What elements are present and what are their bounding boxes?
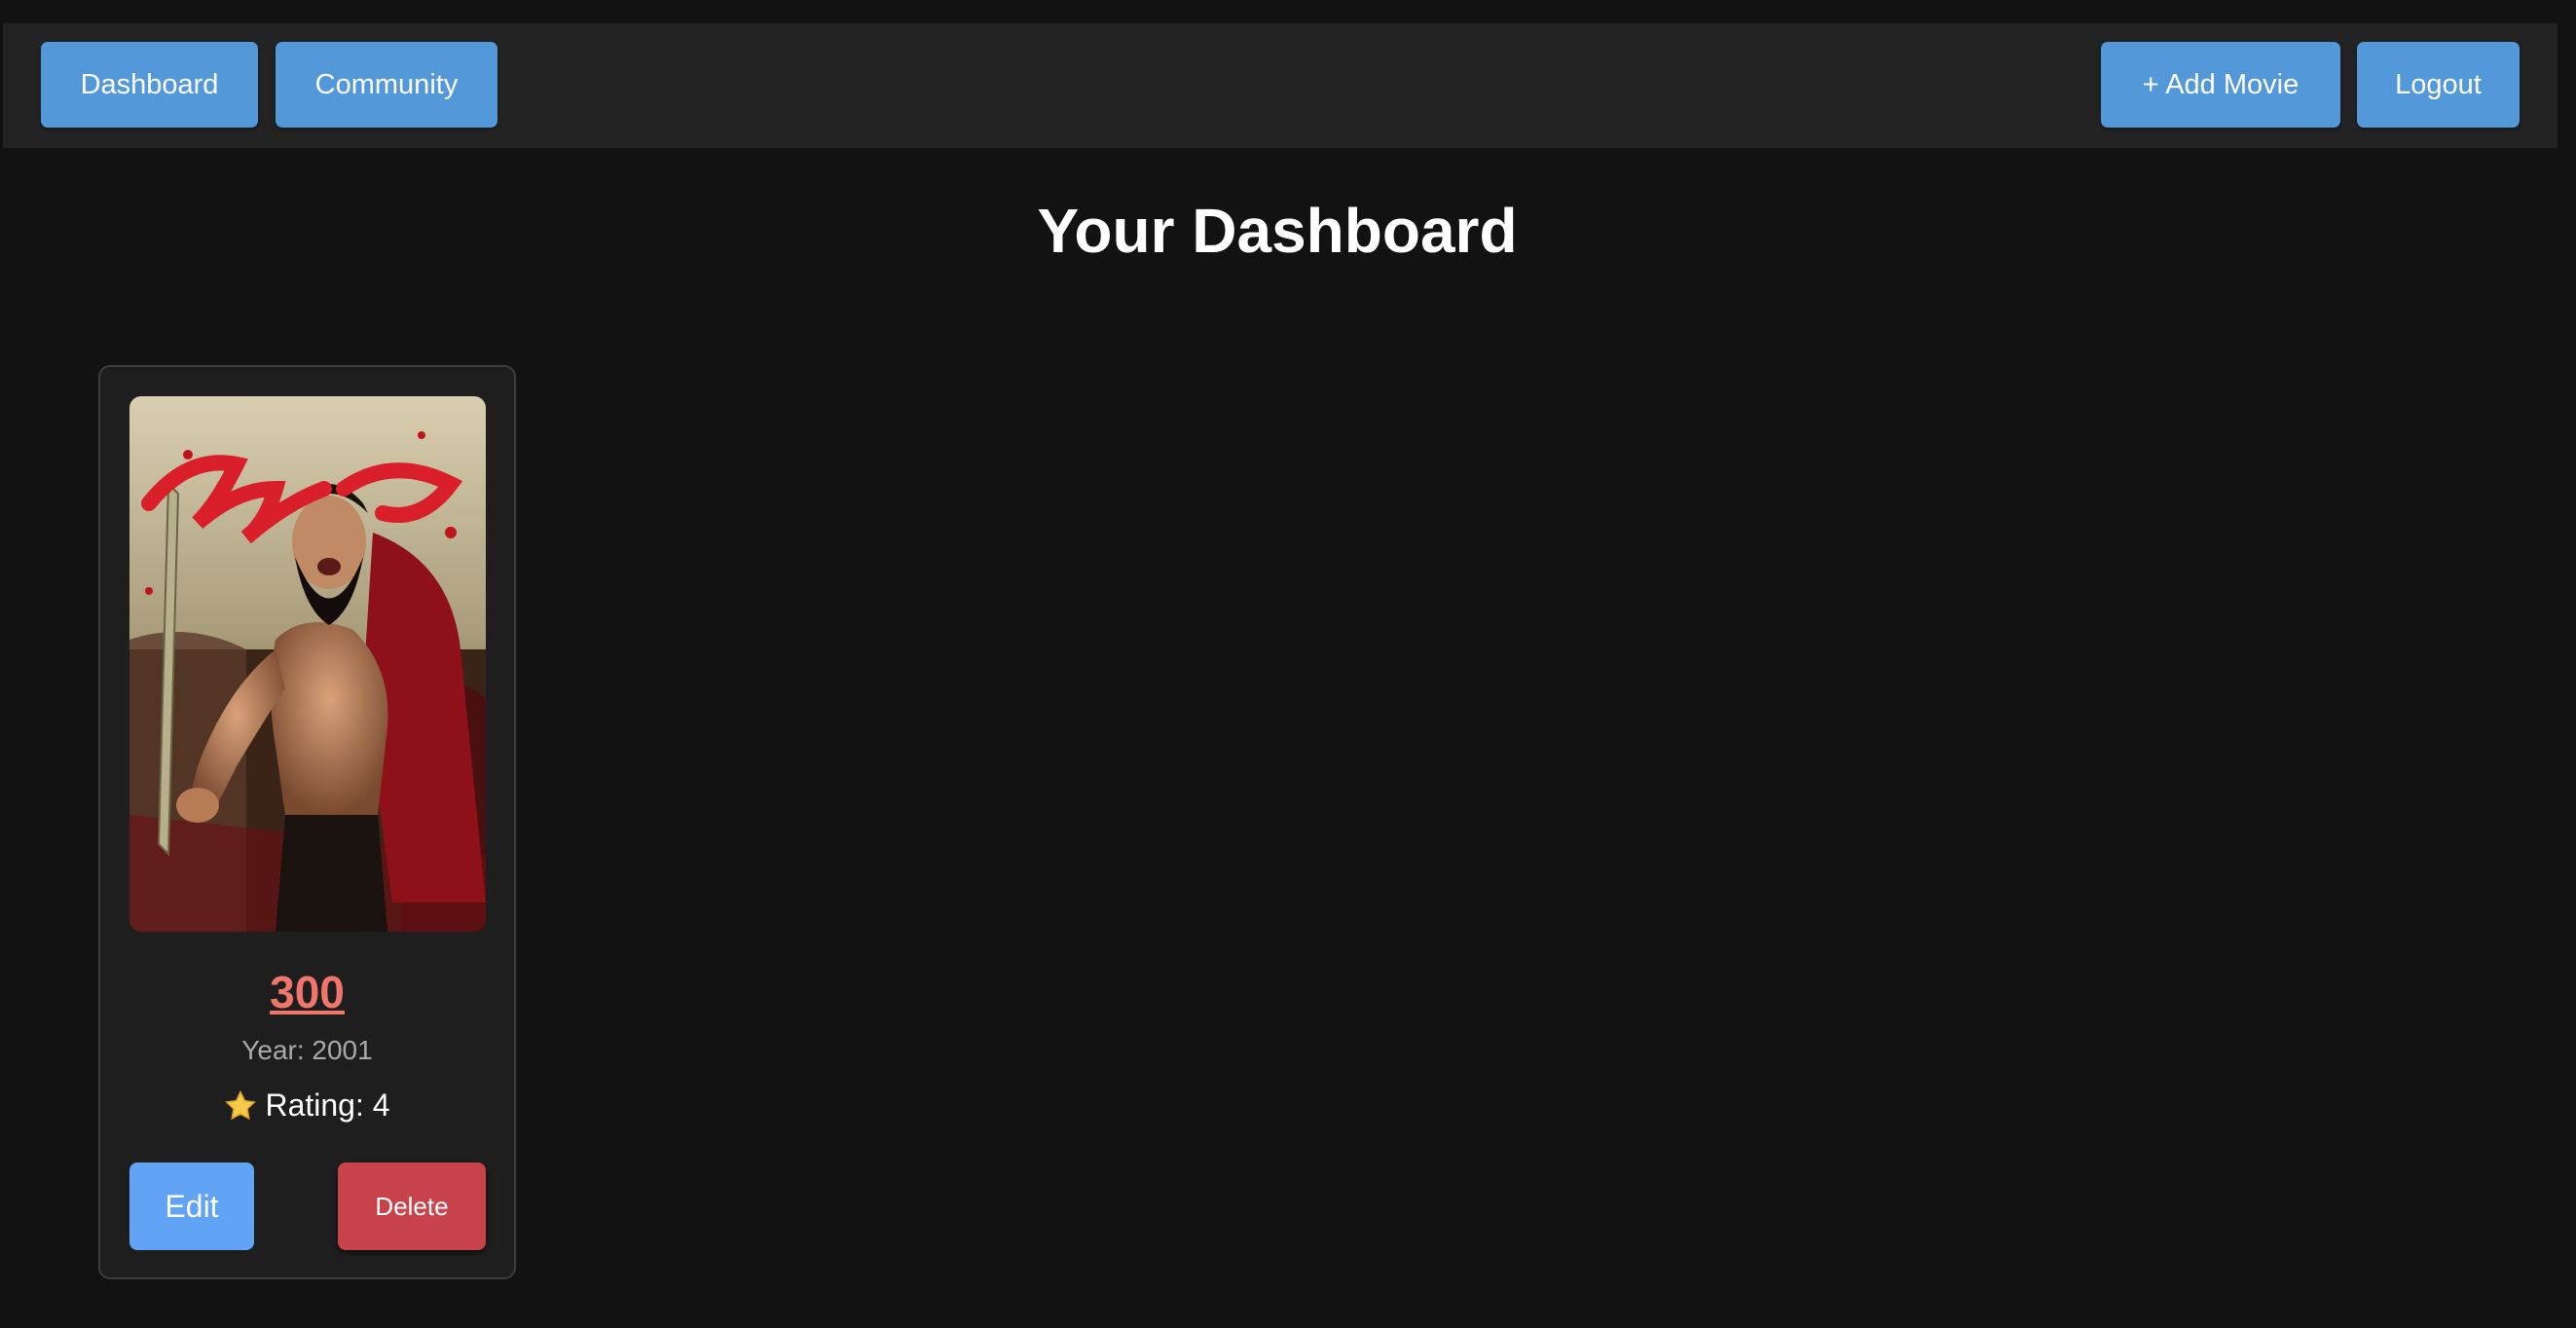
movie-rating: Rating: 4 [100,1088,514,1124]
community-button[interactable]: Community [276,42,497,128]
page-title: Your Dashboard [1037,196,1518,266]
movie-year: Year: 2001 [241,1035,373,1065]
add-movie-button[interactable]: + Add Movie [2101,42,2340,128]
logout-button[interactable]: Logout [2357,42,2520,128]
edit-button[interactable]: Edit [129,1162,254,1250]
navbar: Dashboard Community + Add Movie Logout [3,23,2558,148]
movie-title-link[interactable]: 300 [100,966,514,1018]
dashboard-button[interactable]: Dashboard [41,42,258,128]
star-icon [224,1089,257,1123]
rating-text: Rating: 4 [265,1088,390,1123]
movie-card: 300 Year: 2001 Rating: 4 Edit Delete [98,365,516,1279]
movie-poster [129,396,486,932]
delete-button[interactable]: Delete [338,1162,486,1250]
